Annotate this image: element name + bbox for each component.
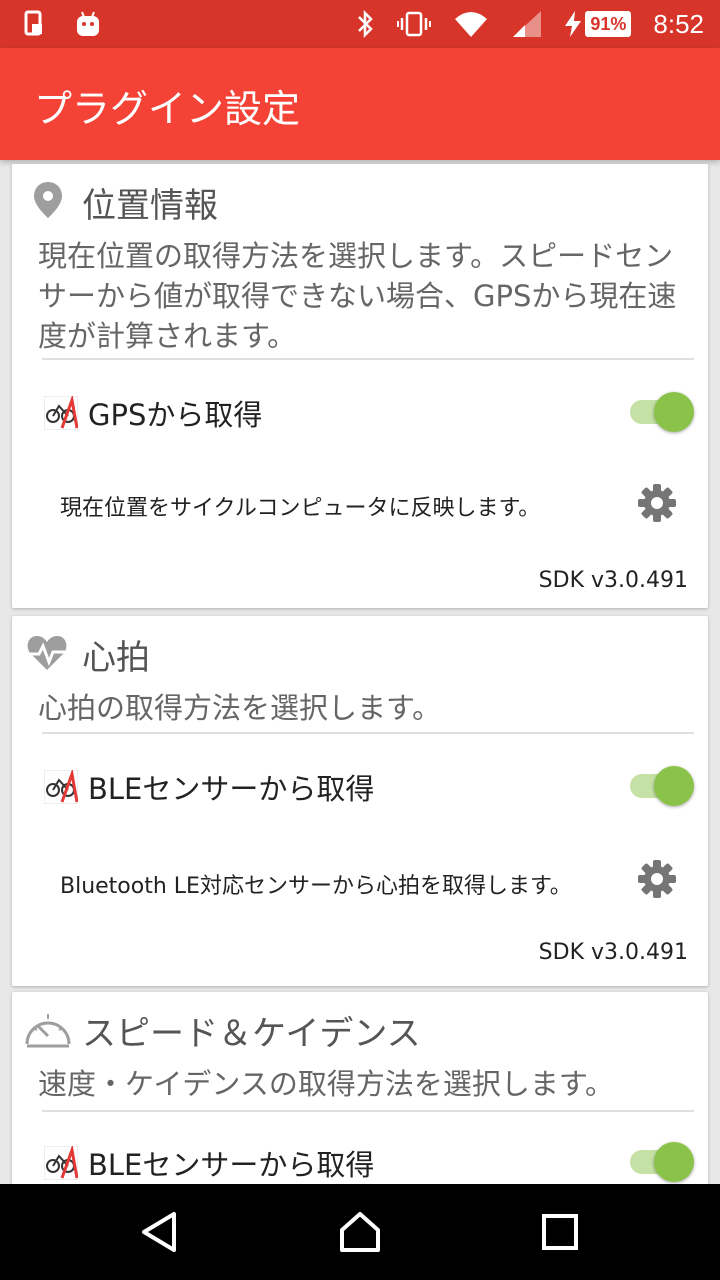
page-title: プラグイン設定 [34,87,301,131]
wifi-icon [455,12,488,37]
plugin-row-gps[interactable]: GPSから取得 [44,384,694,444]
sdk-version: SDK v3.0.491 [538,940,688,965]
plugin-toggle[interactable] [630,390,694,434]
divider [42,358,694,360]
plugin-toggle[interactable] [630,1140,694,1184]
status-bar: 91% 8:52 [0,0,720,48]
bicycle-plugin-icon [44,1146,78,1180]
plugin-name: GPSから取得 [88,398,263,432]
sim-icon [24,10,42,36]
divider [42,1110,694,1112]
plugin-name: BLEセンサーから取得 [88,772,375,806]
back-icon[interactable] [136,1208,184,1256]
card-description: 速度・ケイデンスの取得方法を選択します。 [38,1067,614,1101]
toggle-thumb [654,1142,694,1182]
bicycle-plugin-icon [44,770,78,804]
plugin-name: BLEセンサーから取得 [88,1148,375,1182]
plugin-row-ble-speed[interactable]: BLEセンサーから取得 [44,1134,694,1184]
plugin-description: 現在位置をサイクルコンピュータに反映します。 [60,496,541,521]
clock: 8:52 [653,8,704,39]
toggle-thumb [654,392,694,432]
toggle-thumb [654,766,694,806]
bicycle-plugin-icon [44,396,78,430]
battery-indicator: 91% [565,11,632,37]
card-location: 位置情報 現在位置の取得方法を選択します。スピードセンサーから値が取得できない場… [12,164,708,608]
card-heart-rate: 心拍 心拍の取得方法を選択します。 BLEセンサーから取得 Bluetooth … [12,616,708,986]
heart-rate-icon [27,636,67,670]
location-pin-icon [34,182,62,218]
plugin-description: Bluetooth LE対応センサーから心拍を取得します。 [60,874,572,899]
card-header: スピード＆ケイデンス [12,992,708,1062]
card-title: スピード＆ケイデンス [82,1014,421,1054]
bluetooth-icon [358,9,374,39]
divider [42,732,694,734]
home-icon[interactable] [336,1208,384,1256]
android-icon [77,11,99,36]
card-header: 位置情報 [12,164,708,234]
signal-icon [513,11,542,37]
charging-icon [565,11,582,37]
plugin-toggle[interactable] [630,764,694,808]
gear-icon[interactable] [636,482,678,524]
battery-level: 91% [585,11,632,37]
recents-icon[interactable] [536,1208,584,1256]
vibrate-icon [397,11,432,37]
card-speed-cadence: スピード＆ケイデンス 速度・ケイデンスの取得方法を選択します。 BLEセンサーか… [12,992,708,1184]
card-title: 位置情報 [82,186,218,226]
app-bar: プラグイン設定 [0,48,720,160]
card-title: 心拍 [82,638,150,678]
card-description: 現在位置の取得方法を選択します。スピードセンサーから値が取得できない場合、GPS… [38,239,677,353]
plugin-row-ble-heart[interactable]: BLEセンサーから取得 [44,758,694,818]
navigation-bar [0,1184,720,1280]
settings-list[interactable]: 位置情報 現在位置の取得方法を選択します。スピードセンサーから値が取得できない場… [0,160,720,1184]
speedometer-icon [25,1014,71,1048]
sdk-version: SDK v3.0.491 [538,568,688,593]
card-description: 心拍の取得方法を選択します。 [38,691,442,725]
gear-icon[interactable] [636,858,678,900]
card-header: 心拍 [12,616,708,686]
